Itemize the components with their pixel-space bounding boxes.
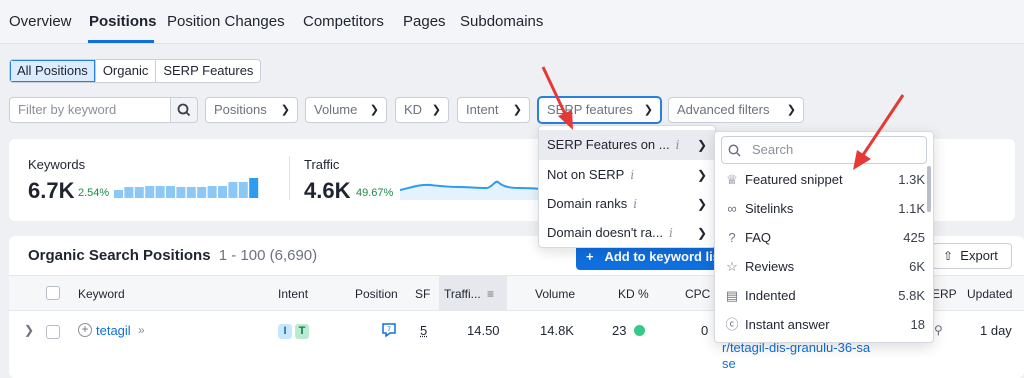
annotation-arrowhead-1	[558, 110, 573, 130]
annotation-arrow-1	[541, 66, 568, 117]
annotation-arrowhead-2	[853, 150, 871, 170]
annotation-arrows	[541, 66, 905, 170]
annotation-arrow-2	[861, 94, 905, 156]
